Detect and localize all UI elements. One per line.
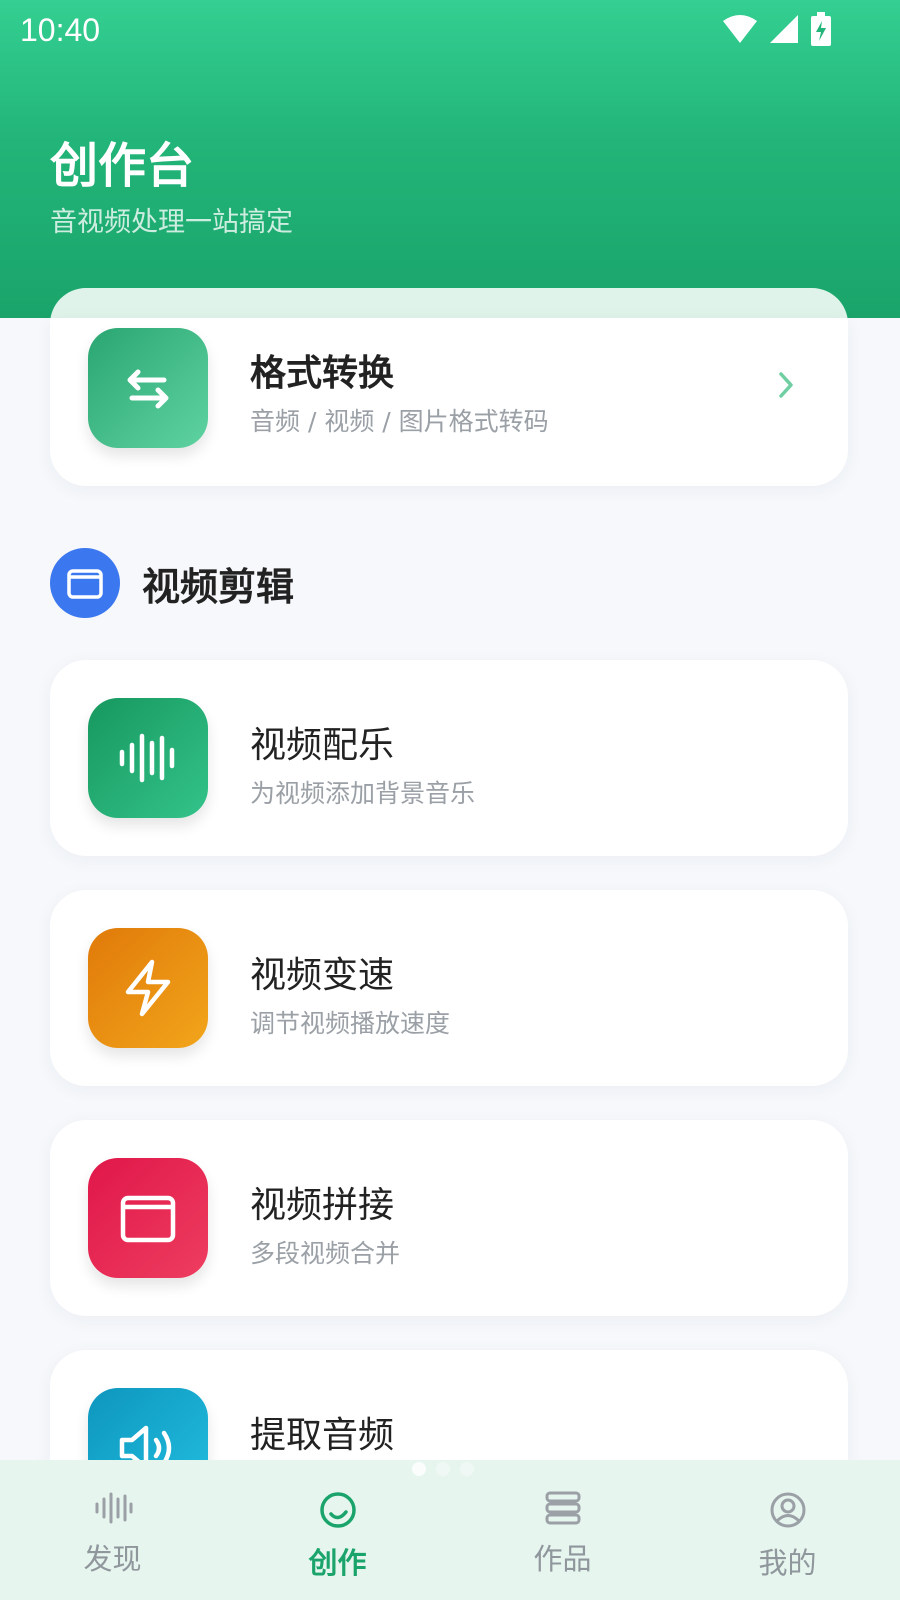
- status-icons: [722, 12, 832, 46]
- waveform-icon: [95, 1492, 132, 1524]
- section-title: 视频剪辑: [142, 564, 295, 609]
- format-convert-desc: 音频 / 视频 / 图片格式转码: [250, 407, 549, 436]
- user-icon: [770, 1492, 805, 1528]
- nav-item-mine[interactable]: 我的: [675, 1460, 900, 1600]
- lightning-icon: [88, 928, 208, 1048]
- tool-title: 视频配乐: [250, 725, 395, 766]
- tool-desc: 多段视频合并: [250, 1239, 401, 1268]
- tool-title: 提取音频: [250, 1415, 395, 1456]
- status-time: 10:40: [20, 12, 101, 48]
- tool-title: 视频变速: [250, 955, 395, 996]
- nav-item-works[interactable]: 作品: [450, 1460, 675, 1600]
- signal-icon: [770, 15, 798, 43]
- battery-icon: [811, 12, 831, 46]
- page-title: 创作台: [50, 138, 195, 194]
- tool-desc: 为视频添加背景音乐: [250, 779, 476, 808]
- tool-card-video-merge[interactable]: 视频拼接 多段视频合并: [50, 1120, 848, 1316]
- page-dot: [412, 1462, 426, 1476]
- chevron-right-icon: [779, 372, 793, 398]
- film-icon: [50, 548, 120, 618]
- nav-label: 我的: [758, 1546, 817, 1580]
- tool-desc: 调节视频播放速度: [250, 1009, 451, 1038]
- nav-label: 作品: [533, 1542, 592, 1576]
- format-convert-card[interactable]: 格式转换 音频 / 视频 / 图片格式转码: [50, 318, 848, 486]
- waveform-icon: [88, 698, 208, 818]
- bottom-nav: 发现 创作 作品 我的: [0, 1460, 900, 1600]
- section-video-edit: 视频剪辑: [50, 548, 294, 618]
- tool-title: 视频拼接: [250, 1185, 395, 1226]
- swap-arrows-icon: [88, 328, 208, 448]
- nav-item-create[interactable]: 创作: [225, 1460, 450, 1600]
- tool-card-video-speed[interactable]: 视频变速 调节视频播放速度: [50, 890, 848, 1086]
- page-dot: [436, 1462, 450, 1476]
- film-icon: [88, 1158, 208, 1278]
- status-bar: 10:40: [0, 0, 900, 62]
- nav-label: 发现: [83, 1542, 142, 1576]
- nav-label: 创作: [308, 1546, 367, 1580]
- format-convert-title: 格式转换: [250, 353, 395, 394]
- tool-card-video-music[interactable]: 视频配乐 为视频添加背景音乐: [50, 660, 848, 856]
- create-circle-icon: [319, 1492, 356, 1528]
- page-indicator: [412, 1462, 474, 1476]
- wifi-icon: [723, 15, 757, 43]
- page-dot: [460, 1462, 474, 1476]
- page-subtitle: 音视频处理一站搞定: [50, 207, 293, 238]
- stack-icon: [545, 1491, 580, 1525]
- nav-item-discover[interactable]: 发现: [0, 1460, 225, 1600]
